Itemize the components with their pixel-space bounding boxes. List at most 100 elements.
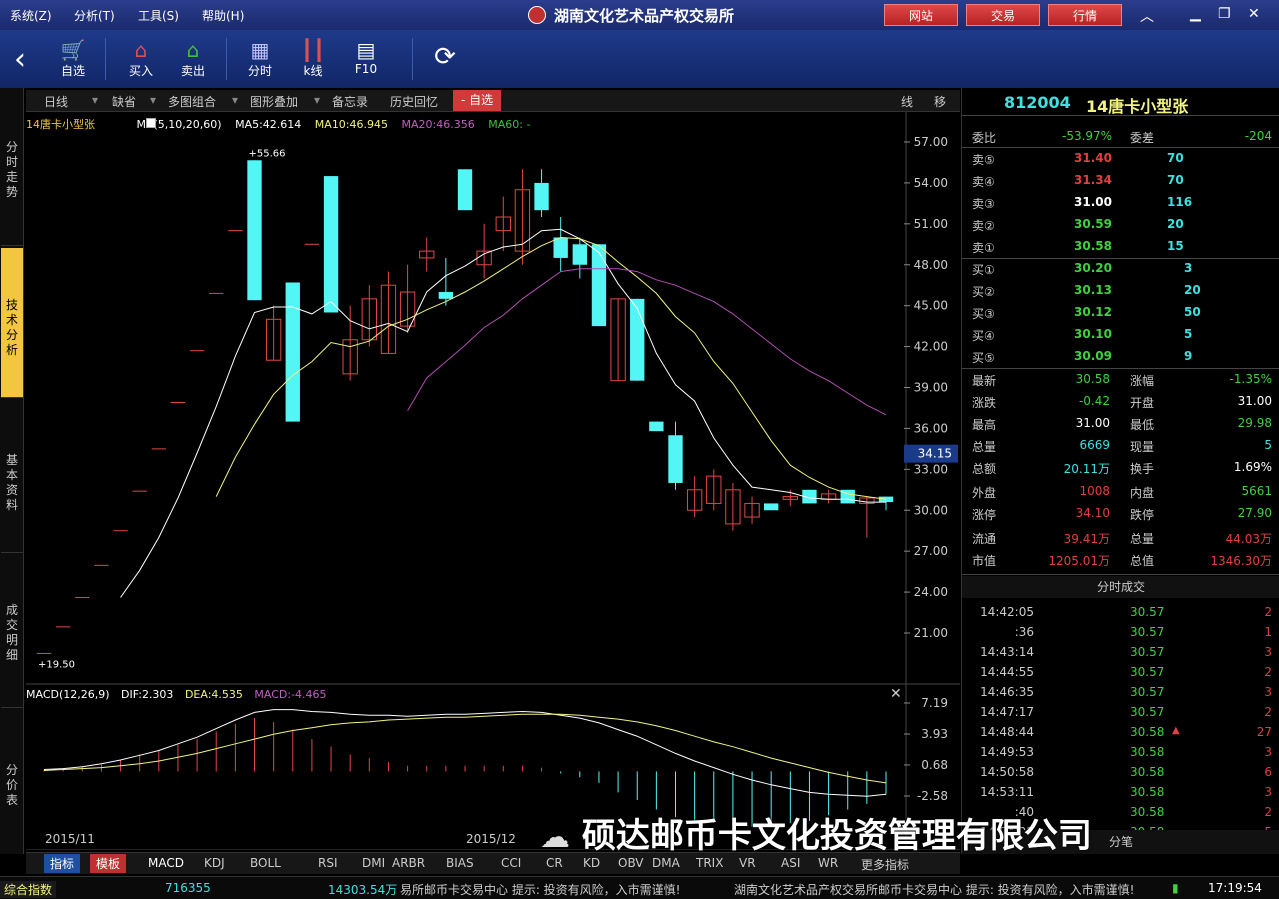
candle-body bbox=[247, 160, 262, 301]
tab-price-table[interactable]: 分价表 bbox=[1, 713, 23, 853]
stock-code: 812004 bbox=[1004, 93, 1071, 112]
indicator-tab[interactable]: MACD bbox=[148, 856, 184, 870]
stock-header: 812004 14唐卡小型张 bbox=[962, 88, 1279, 116]
indicator-tab[interactable]: VR bbox=[739, 856, 756, 870]
indicator-tab[interactable]: CR bbox=[546, 856, 563, 870]
trade-button[interactable]: 交易 bbox=[966, 4, 1040, 26]
tab-overlay[interactable]: 图形叠加 bbox=[250, 93, 298, 110]
buy-price: 30.09 bbox=[1074, 349, 1112, 363]
tab-multi-chart[interactable]: 多图组合 bbox=[168, 93, 216, 110]
buy-row[interactable]: 买④ 30.10 5 bbox=[962, 324, 1279, 346]
y-tick-label: 33.00 bbox=[914, 462, 948, 476]
indicator-tab[interactable]: DMA bbox=[652, 856, 680, 870]
buy-row[interactable]: 买② 30.13 20 bbox=[962, 280, 1279, 302]
buy-row[interactable]: 买⑤ 30.09 9 bbox=[962, 346, 1279, 368]
indicator-tab[interactable]: DMI bbox=[362, 856, 385, 870]
tab-intraday[interactable]: 分时走势 bbox=[1, 136, 23, 246]
sell-row[interactable]: 卖④ 31.34 70 bbox=[962, 170, 1279, 192]
sell-row[interactable]: 卖⑤ 31.40 70 bbox=[962, 148, 1279, 170]
stat-value: 34.10 bbox=[1075, 506, 1110, 520]
buy-price: 30.12 bbox=[1074, 305, 1112, 319]
candle-body bbox=[285, 282, 300, 422]
tab-default[interactable]: 缺省 bbox=[112, 93, 136, 110]
indicator-tab[interactable]: CCI bbox=[501, 856, 521, 870]
tick-row: 14:48:44 30.58 ▲ 27 bbox=[962, 722, 1279, 742]
stat-label: 最高 bbox=[972, 418, 997, 432]
left-side-tabs: 分时走势 技术分析 基本资料 成交明细 分价表 bbox=[0, 88, 24, 854]
tab-favorite[interactable]: - 自选 bbox=[453, 90, 502, 111]
kline-chart[interactable]: 57.00 54.00 51.00 48.00 45.00 42.00 39.00 36.00… bbox=[26, 112, 960, 850]
website-button[interactable]: 网站 bbox=[884, 4, 958, 26]
separator bbox=[105, 38, 106, 80]
refresh-icon[interactable]: ⟳ bbox=[422, 42, 468, 72]
stat-row: 涨停 34.10 跌停 27.90 bbox=[962, 503, 1279, 525]
indicator-tab[interactable]: 模板 bbox=[90, 854, 127, 873]
menu-system[interactable]: 系统(Z) bbox=[10, 7, 52, 24]
back-icon[interactable]: ‹ bbox=[0, 42, 40, 77]
stat-label: 最新 bbox=[972, 374, 997, 388]
dropdown-arrow-icon[interactable]: ▾ bbox=[232, 93, 238, 107]
indicator-tab[interactable]: ASI bbox=[781, 856, 800, 870]
stat-label: 流通 bbox=[972, 532, 997, 546]
tab-line[interactable]: 线 bbox=[901, 93, 913, 110]
kline-button[interactable]: ┃┃ k线 bbox=[290, 38, 336, 79]
weicha-value: -204 bbox=[1244, 129, 1272, 143]
tab-basic-info[interactable]: 基本资料 bbox=[1, 403, 23, 553]
indicator-tab[interactable]: 更多指标 bbox=[861, 856, 909, 873]
menu-tools[interactable]: 工具(S) bbox=[138, 7, 179, 24]
stat-label: 涨幅 bbox=[1130, 374, 1155, 388]
sell-button[interactable]: ⌂ 卖出 bbox=[170, 38, 216, 79]
indicator-tab[interactable]: KD bbox=[583, 856, 600, 870]
indicator-tab[interactable]: BOLL bbox=[250, 856, 281, 870]
dropdown-arrow-icon[interactable]: ▾ bbox=[150, 93, 156, 107]
dropdown-arrow-icon[interactable]: ▾ bbox=[92, 93, 98, 107]
tab-technical[interactable]: 技术分析 bbox=[1, 248, 23, 398]
menu-help[interactable]: 帮助(H) bbox=[202, 7, 244, 24]
indicator-tab[interactable]: 指标 bbox=[44, 854, 81, 873]
separator bbox=[412, 38, 413, 80]
favorites-button[interactable]: 🛒 自选 bbox=[50, 38, 96, 79]
tick-volume: 3 bbox=[1264, 645, 1272, 659]
tab-trade-detail[interactable]: 成交明细 bbox=[1, 558, 23, 708]
sell-row[interactable]: 卖③ 31.00 116 bbox=[962, 192, 1279, 214]
indicator-tab[interactable]: ARBR bbox=[392, 856, 425, 870]
indicator-tab[interactable]: OBV bbox=[618, 856, 644, 870]
sell-row[interactable]: 卖② 30.59 20 bbox=[962, 214, 1279, 236]
close-indicator-icon[interactable]: ✕ bbox=[890, 686, 902, 702]
stat-label: 跌停 bbox=[1130, 508, 1155, 522]
buy-row[interactable]: 买① 30.20 3 bbox=[962, 258, 1279, 280]
tick-price: 30.57 bbox=[1130, 605, 1165, 619]
tab-move[interactable]: 移 bbox=[934, 93, 946, 110]
buy-price: 30.13 bbox=[1074, 283, 1112, 297]
f10-button[interactable]: ▤ F10 bbox=[343, 38, 389, 76]
intraday-button[interactable]: ▦ 分时 bbox=[237, 38, 283, 79]
tab-memo[interactable]: 备忘录 bbox=[332, 93, 368, 110]
tick-volume: 2 bbox=[1264, 805, 1272, 819]
indicator-tab[interactable]: BIAS bbox=[446, 856, 474, 870]
tab-daily[interactable]: 日线 bbox=[44, 93, 68, 110]
y-tick-label: 24.00 bbox=[914, 585, 948, 599]
buy-row[interactable]: 买③ 30.12 50 bbox=[962, 302, 1279, 324]
minimize-icon[interactable]: ▁ bbox=[1190, 6, 1201, 22]
indicator-tab[interactable]: TRIX bbox=[696, 856, 723, 870]
collapse-icon[interactable]: ︿ bbox=[1140, 6, 1154, 26]
chart-legend: 14唐卡小型张 MA(5,10,20,60) MA5:42.614 MA10:4… bbox=[26, 116, 540, 132]
stat-value: 5661 bbox=[1241, 484, 1272, 498]
dropdown-arrow-icon[interactable]: ▾ bbox=[314, 93, 320, 107]
checkbox-icon[interactable] bbox=[146, 118, 156, 128]
sell-row[interactable]: 卖① 30.58 15 bbox=[962, 236, 1279, 258]
quotes-button[interactable]: 行情 bbox=[1048, 4, 1122, 26]
stat-label: 外盘 bbox=[972, 486, 997, 500]
indicator-tab[interactable]: KDJ bbox=[204, 856, 225, 870]
indicator-tab[interactable]: RSI bbox=[318, 856, 338, 870]
indicator-tab[interactable]: WR bbox=[818, 856, 838, 870]
sell-level: 卖① bbox=[972, 241, 995, 255]
tab-history[interactable]: 历史回忆 bbox=[390, 93, 438, 110]
close-icon[interactable]: ✕ bbox=[1248, 6, 1260, 22]
restore-icon[interactable]: ❐ bbox=[1218, 6, 1231, 22]
stat-label: 开盘 bbox=[1130, 396, 1155, 410]
buy-button[interactable]: ⌂ 买入 bbox=[118, 38, 164, 79]
tick-time: 14:47:17 bbox=[980, 705, 1034, 719]
menu-analysis[interactable]: 分析(T) bbox=[74, 7, 115, 24]
sell-level: 卖② bbox=[972, 219, 995, 233]
